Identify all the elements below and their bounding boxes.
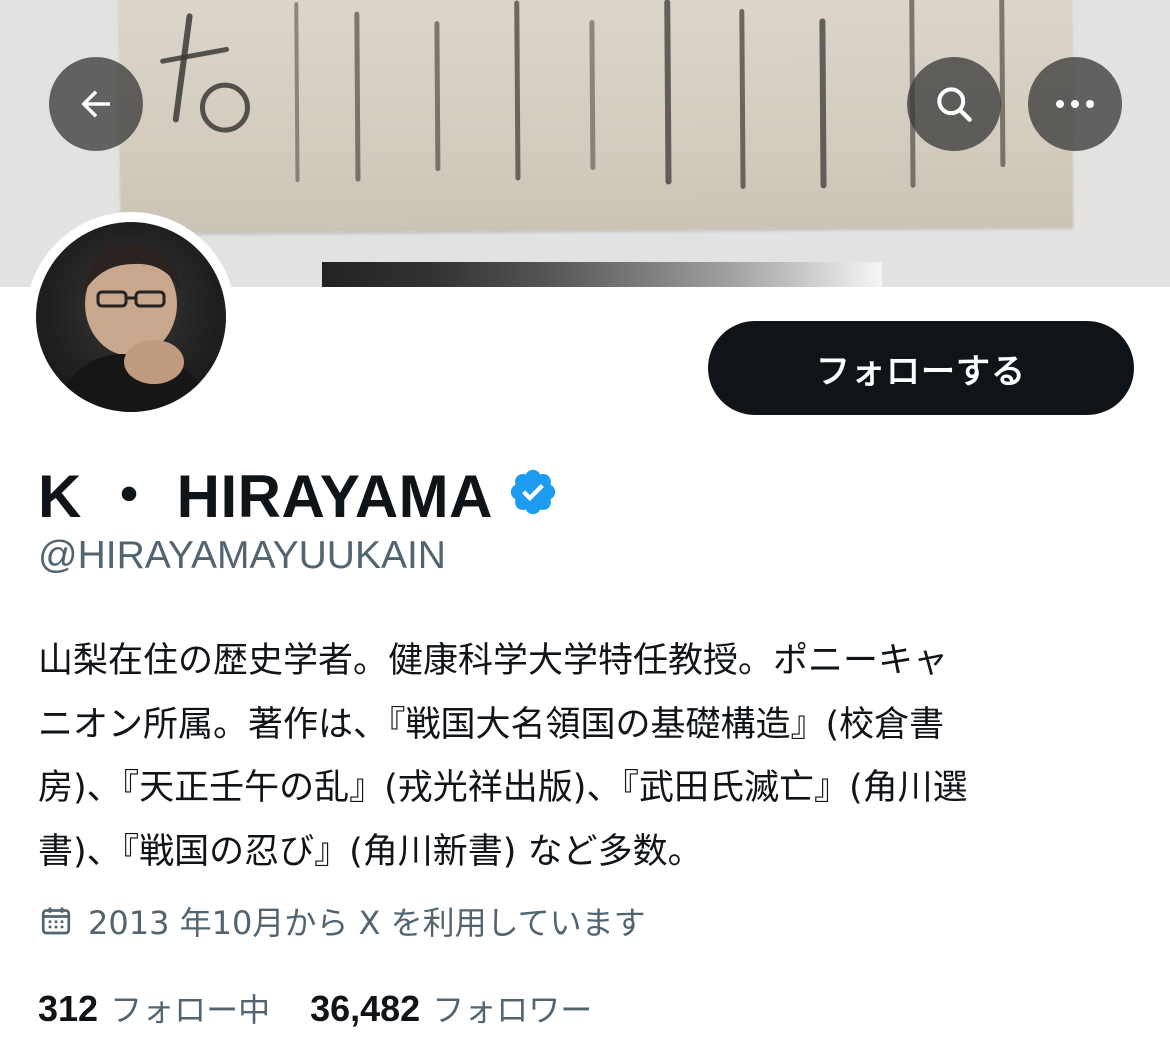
following-count: 312 <box>38 988 99 1029</box>
followers-link[interactable]: 36,482 フォロワー <box>310 985 592 1031</box>
search-button[interactable] <box>907 57 1001 151</box>
search-icon <box>937 87 972 122</box>
avatar[interactable] <box>36 222 226 412</box>
avatar-photo <box>56 243 211 412</box>
avatar-frame[interactable] <box>26 212 236 422</box>
following-link[interactable]: 312 フォロー中 <box>38 985 270 1031</box>
profile-name-row: K ・ HIRAYAMA <box>38 448 559 535</box>
back-button[interactable] <box>49 57 143 151</box>
user-handle: @HIRAYAMAYUUKAIN <box>38 534 446 577</box>
color-calibration-strip <box>322 262 882 287</box>
join-date-text: 2013 年10月から X を利用しています <box>88 904 646 942</box>
more-horizontal-icon <box>1056 100 1094 108</box>
follow-stats: 312 フォロー中 36,482 フォロワー <box>38 985 632 1031</box>
join-date: 2013 年10月から X を利用しています <box>38 898 646 944</box>
more-button[interactable] <box>1028 57 1122 151</box>
followers-label: フォロワー <box>432 991 593 1029</box>
profile-bio: 山梨在住の歴史学者。健康科学大学特任教授。ポニーキャ ニオン所属。著作は、『戦国… <box>38 641 968 872</box>
calendar-icon <box>41 907 71 935</box>
arrow-left-icon <box>81 90 110 118</box>
verified-badge-icon[interactable] <box>507 466 559 518</box>
follow-button[interactable]: フォローする <box>708 321 1134 415</box>
display-name: K ・ HIRAYAMA <box>38 463 493 530</box>
followers-count: 36,482 <box>310 988 421 1029</box>
following-label: フォロー中 <box>110 991 271 1029</box>
